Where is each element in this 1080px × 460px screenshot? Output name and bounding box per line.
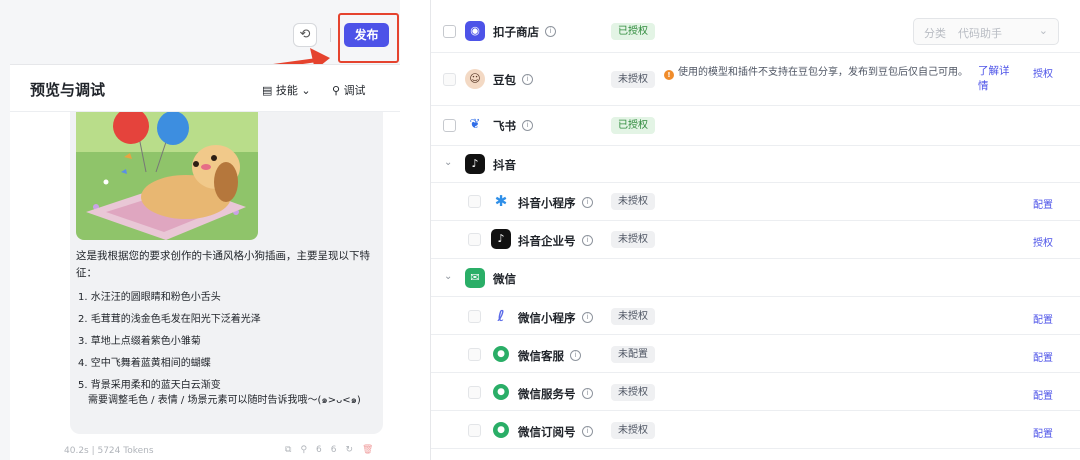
warning-text: 使用的模型和插件不支持在豆包分享，发布到豆包后仅自己可用。 [678, 67, 968, 78]
list-item: 2. 毛茸茸的浅金色毛发在阳光下泛着光泽 [78, 314, 261, 325]
status-badge: 未配置 [611, 346, 655, 363]
category-select-label: 分类 [924, 27, 946, 40]
refresh-icon[interactable]: ↻ [345, 445, 362, 455]
warning-icon: ! [664, 70, 674, 80]
info-icon[interactable]: i [522, 120, 533, 131]
channel-name: 扣子商店 [493, 25, 539, 39]
list-item: 5. 背景采用柔和的蓝天白云渐变 [78, 380, 221, 391]
configure-link[interactable]: 配置 [1033, 349, 1053, 364]
info-icon[interactable]: i [545, 26, 556, 37]
configure-link[interactable]: 配置 [1033, 425, 1053, 440]
debug-label: 调试 [343, 84, 366, 97]
publish-button[interactable]: 发布 [344, 23, 389, 47]
checkbox[interactable] [468, 233, 481, 246]
authorize-link[interactable]: 授权 [1033, 65, 1053, 80]
coze-store-icon: ◉ [465, 21, 485, 41]
channel-name: 微信客服 [518, 349, 564, 363]
channel-name: 微信订阅号 [518, 425, 576, 439]
dog-illustration-image[interactable] [76, 112, 258, 240]
channel-name: 微信服务号 [518, 387, 576, 401]
copy-icon[interactable]: ⧉ [285, 445, 300, 455]
douyin-enterprise-icon: ♪ [491, 229, 511, 249]
checkbox[interactable] [468, 310, 481, 323]
channel-name: 飞书 [493, 119, 516, 133]
category-select[interactable]: 分类 代码助手 ⌄ [913, 18, 1059, 45]
chevron-down-icon: ⌄ [301, 84, 311, 97]
checkbox[interactable] [468, 386, 481, 399]
info-icon[interactable]: i [522, 74, 533, 85]
list-item-followup: 需要调整毛色 / 表情 / 场景元素可以随时告诉我哦～(๑>ᴗ<๑) [88, 395, 361, 406]
delete-icon[interactable]: 🗑 [362, 445, 382, 455]
configure-link[interactable]: 配置 [1033, 311, 1053, 326]
list-item: 4. 空中飞舞着蓝黄相间的蝴蝶 [78, 358, 211, 369]
wechat-miniprogram-icon: ℓ [491, 306, 511, 326]
info-icon[interactable]: i [582, 312, 593, 323]
configure-link[interactable]: 配置 [1033, 387, 1053, 402]
group-name: 抖音 [493, 158, 516, 172]
checkbox[interactable] [443, 119, 456, 132]
skill-label: 技能 [275, 84, 298, 97]
debug-icon: ⚲ [332, 84, 341, 97]
info-icon[interactable]: i [570, 350, 581, 361]
chevron-down-icon: ⌄ [1038, 24, 1048, 37]
category-select-value: 代码助手 [958, 27, 1002, 40]
table-row-group [431, 259, 1080, 297]
info-icon[interactable]: i [582, 426, 593, 437]
info-icon[interactable]: i [582, 235, 593, 246]
feature-list: 1. 水汪汪的圆眼睛和粉色小舌头 2. 毛茸茸的浅金色毛发在阳光下泛着光泽 3.… [78, 290, 378, 408]
channel-name: 抖音小程序 [518, 196, 576, 210]
skill-dropdown[interactable]: ▤ 技能 ⌄ [262, 82, 311, 98]
douyin-icon: ♪ [465, 154, 485, 174]
checkbox[interactable] [468, 348, 481, 361]
message-actions: ⧉⚲66↻🗑 [285, 445, 382, 455]
wechat-icon: ✉ [465, 268, 485, 288]
response-meta: 40.2s | 5724 Tokens [64, 446, 154, 456]
list-item: 1. 水汪汪的圆眼睛和粉色小舌头 [78, 292, 221, 303]
status-badge: 未授权 [611, 71, 655, 88]
checkbox[interactable] [468, 424, 481, 437]
status-badge: 已授权 [611, 117, 655, 134]
status-badge: 未授权 [611, 384, 655, 401]
status-badge: 未授权 [611, 193, 655, 210]
wechat-subscription-icon: ● [493, 422, 509, 438]
like-count[interactable]: 66 [316, 445, 345, 455]
debug-button[interactable]: ⚲ 调试 [332, 82, 366, 98]
message-intro: 这是我根据您的要求创作的卡通风格小狗插画，主要呈现以下特征： [76, 250, 370, 279]
preview-column: ⟲ 发布 预览与调试 ▤ 技能 ⌄ ⚲ 调试 这是我根据您的要求创作的卡通风格小… [0, 0, 400, 460]
checkbox[interactable] [443, 25, 456, 38]
info-icon[interactable]: i [582, 388, 593, 399]
publish-channel-list: ◉ 扣子商店 i 已授权 分类 代码助手 ⌄ ☺ 豆包 i 未授权 ! 使用的模… [431, 0, 1080, 460]
table-row-group [431, 146, 1080, 183]
debug-icon[interactable]: ⚲ [300, 445, 316, 455]
page-title: 预览与调试 [30, 81, 106, 99]
configure-link[interactable]: 配置 [1033, 196, 1053, 211]
feishu-icon: ❦ [465, 115, 485, 135]
preview-panel: 预览与调试 ▤ 技能 ⌄ ⚲ 调试 这是我根据您的要求创作的卡通风格小狗插画，主… [10, 64, 400, 460]
chevron-down-icon[interactable]: ⌄ [444, 157, 452, 168]
doubao-avatar-icon: ☺ [465, 69, 485, 89]
learn-more-link[interactable]: 了解详情 [978, 64, 1018, 94]
group-name: 微信 [493, 272, 516, 286]
list-item: 3. 草地上点缀着紫色小雏菊 [78, 336, 201, 347]
checkbox[interactable] [468, 195, 481, 208]
status-badge: 已授权 [611, 23, 655, 40]
wechat-service-icon: ● [493, 346, 509, 362]
channel-name: 微信小程序 [518, 311, 576, 325]
channel-name: 抖音企业号 [518, 234, 576, 248]
authorize-link[interactable]: 授权 [1033, 234, 1053, 249]
chevron-down-icon[interactable]: ⌄ [444, 271, 452, 282]
info-icon[interactable]: i [582, 197, 593, 208]
douyin-miniprogram-icon: ✱ [491, 191, 511, 211]
channel-name: 豆包 [493, 73, 516, 87]
bot-message: 这是我根据您的要求创作的卡通风格小狗插画，主要呈现以下特征： 1. 水汪汪的圆眼… [70, 112, 383, 434]
skill-icon: ▤ [262, 84, 273, 97]
status-badge: 未授权 [611, 422, 655, 439]
checkbox[interactable] [443, 73, 456, 86]
status-badge: 未授权 [611, 231, 655, 248]
wechat-service-account-icon: ● [493, 384, 509, 400]
status-badge: 未授权 [611, 308, 655, 325]
